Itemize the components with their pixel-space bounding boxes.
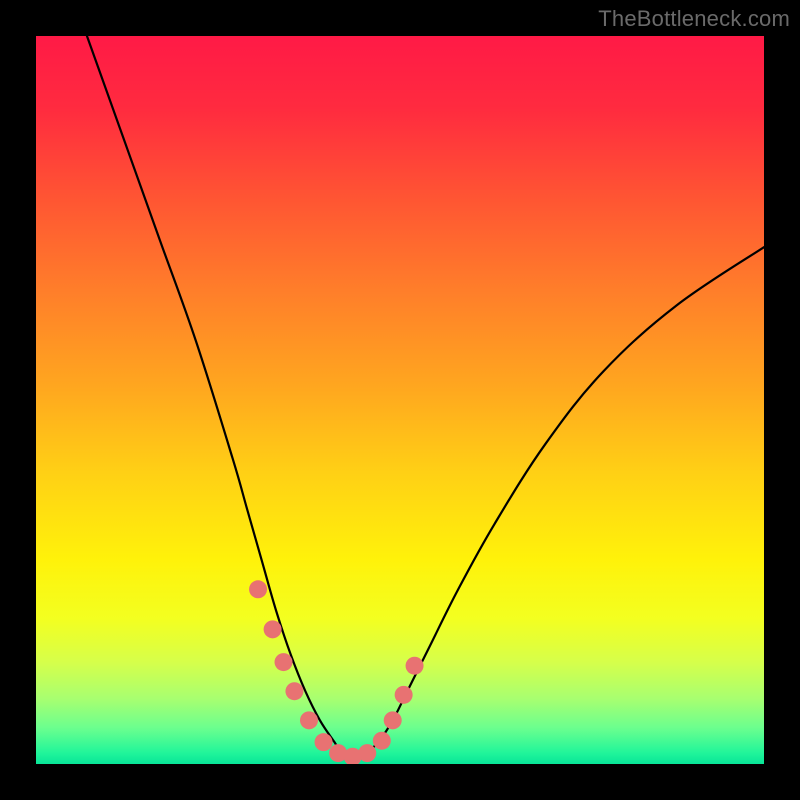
plot-area xyxy=(36,36,764,764)
curve-marker xyxy=(264,620,282,638)
watermark-text: TheBottleneck.com xyxy=(598,6,790,32)
chart-frame: TheBottleneck.com xyxy=(0,0,800,800)
curve-marker xyxy=(285,682,303,700)
curve-marker xyxy=(384,711,402,729)
curve-marker xyxy=(300,711,318,729)
curve-marker xyxy=(249,580,267,598)
curve-marker xyxy=(358,744,376,762)
curve-layer xyxy=(36,36,764,764)
curve-marker xyxy=(315,733,333,751)
curve-marker xyxy=(395,686,413,704)
curve-marker xyxy=(406,657,424,675)
curve-marker xyxy=(275,653,293,671)
curve-marker xyxy=(373,732,391,750)
bottleneck-curve xyxy=(87,36,764,757)
